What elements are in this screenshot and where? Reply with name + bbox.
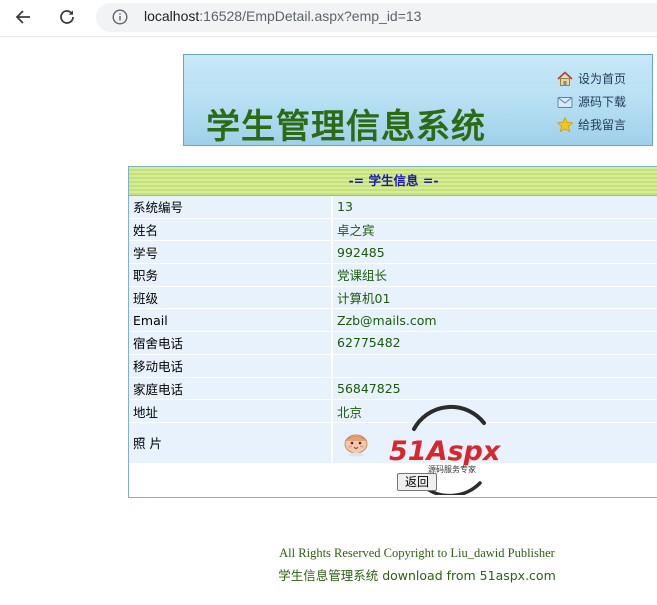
field-label: 系统编号 — [129, 196, 333, 219]
photo-label: 照 片 — [129, 422, 333, 464]
banner-links: 设为首页 源码下载 给我留言 — [556, 67, 652, 136]
table-row: 学号 992485 — [129, 240, 657, 265]
table-row: 系统编号 13 — [129, 196, 657, 219]
browser-toolbar: localhost:16528/EmpDetail.aspx?emp_id=13 — [0, 0, 657, 37]
source-download-label: 源码下载 — [578, 95, 627, 109]
field-label: 职务 — [129, 263, 333, 287]
field-label: 姓名 — [129, 218, 333, 242]
field-label: 地址 — [129, 399, 333, 423]
url-text[interactable]: localhost:16528/EmpDetail.aspx?emp_id=13 — [144, 8, 421, 24]
info-icon[interactable] — [112, 9, 128, 25]
url-host: localhost — [144, 8, 200, 24]
site-banner: 学生管理信息系统 设为首页 源码下载 给我留言 — [183, 54, 653, 146]
field-value: Zzb@mails.com — [332, 308, 657, 333]
footer-copyright: All Rights Reserved Copyright to Liu_daw… — [279, 546, 555, 560]
field-value: 党课组长 — [332, 263, 657, 287]
table-row: 家庭电话 56847825 — [129, 377, 657, 401]
field-value: 13 — [332, 196, 657, 219]
watermark-brand: 51Aspx — [389, 436, 502, 467]
field-value: 卓之宾 — [332, 218, 657, 242]
table-row: 姓名 卓之宾 — [129, 218, 657, 242]
home-icon — [556, 70, 574, 88]
leave-message-link[interactable]: 给我留言 — [556, 113, 652, 136]
set-homepage-link[interactable]: 设为首页 — [556, 67, 652, 90]
url-path: :16528/EmpDetail.aspx?emp_id=13 — [199, 8, 422, 24]
student-photo — [341, 428, 371, 458]
table-row: 职务 党课组长 — [129, 263, 657, 287]
leave-message-label: 给我留言 — [578, 118, 627, 132]
field-label: 家庭电话 — [129, 377, 333, 401]
set-homepage-label: 设为首页 — [578, 72, 627, 86]
field-value: 62775482 — [332, 331, 657, 355]
table-row: 班级 计算机01 — [129, 286, 657, 310]
source-download-link[interactable]: 源码下载 — [556, 90, 652, 113]
mail-icon — [556, 93, 574, 111]
table-row: 宿舍电话 62775482 — [129, 331, 657, 355]
address-bar[interactable]: localhost:16528/EmpDetail.aspx?emp_id=13 — [96, 3, 657, 32]
field-label: 宿舍电话 — [129, 331, 333, 355]
table-row: Email Zzb@mails.com — [129, 308, 657, 333]
field-label: 班级 — [129, 286, 333, 310]
field-label: 学号 — [129, 240, 333, 265]
footer-download: 学生信息管理系统 download from 51aspx.com — [278, 568, 556, 583]
field-label: 移动电话 — [129, 354, 333, 378]
back-button[interactable]: 返回 — [397, 473, 437, 491]
field-label: Email — [129, 308, 333, 333]
table-row: 移动电话 — [129, 354, 657, 378]
field-value: 992485 — [332, 240, 657, 265]
field-value — [332, 354, 657, 378]
field-value: 56847825 — [332, 377, 657, 401]
field-value: 计算机01 — [332, 286, 657, 310]
star-icon — [556, 116, 574, 134]
panel-heading: -= 学生信息 =- — [129, 167, 657, 196]
back-arrow-icon[interactable] — [12, 6, 34, 28]
site-title: 学生管理信息系统 — [206, 107, 486, 146]
reload-icon[interactable] — [56, 6, 78, 28]
